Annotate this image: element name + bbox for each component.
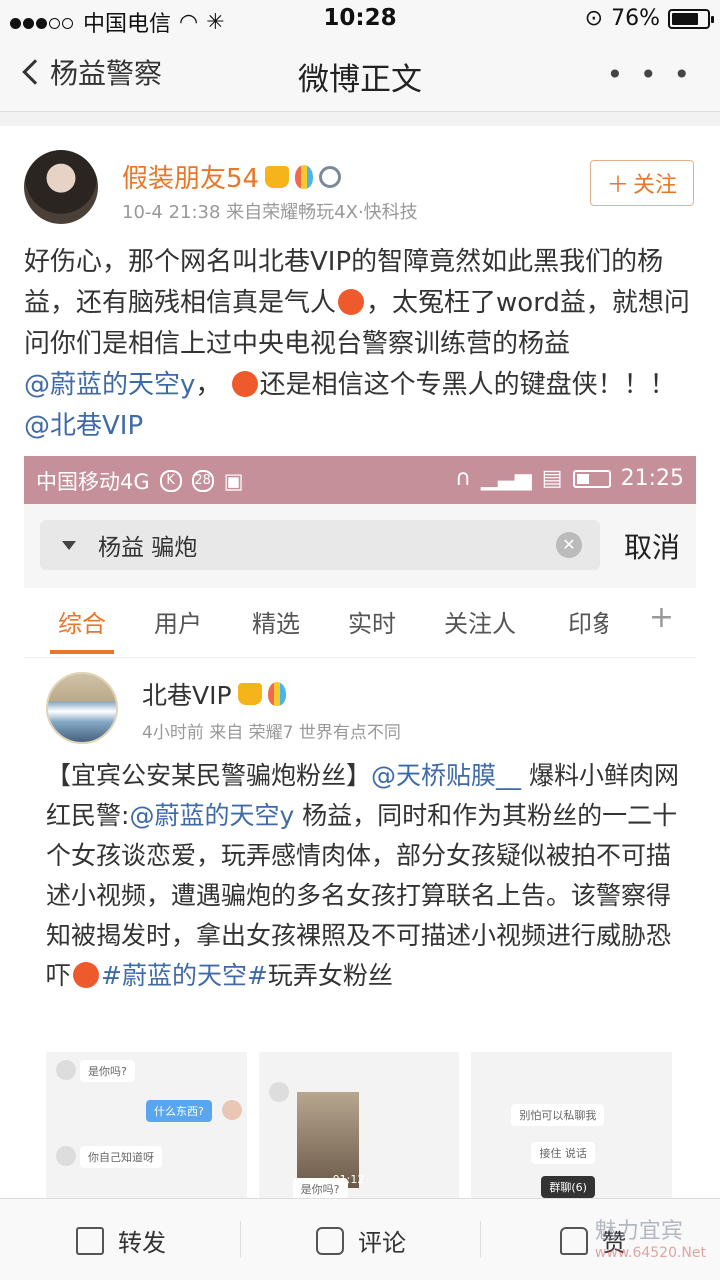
hashtag-link[interactable]: #蔚蓝的天空#	[101, 961, 268, 990]
inner-post-meta: 4小时前 来自 荣耀7 世界有点不同	[142, 723, 401, 743]
author-name[interactable]: 假装朋友54	[122, 158, 342, 195]
clear-icon[interactable]: ✕	[556, 532, 582, 558]
more-options-button[interactable]: • • •	[607, 58, 694, 91]
image-icon: ▣	[223, 469, 244, 493]
chat-avatar-icon	[222, 1100, 242, 1120]
dropdown-caret-icon	[62, 540, 76, 550]
balloon-badge-icon	[295, 164, 314, 189]
balloon-badge-icon	[267, 682, 286, 706]
battery-icon	[668, 8, 714, 29]
embedded-time: 21:25	[620, 466, 684, 491]
post-text: 好伤心，那个网名叫北巷VIP的智障竟然如此黑我们的杨益，还有脑残相信真是气人 ，太…	[24, 242, 700, 447]
search-query: 杨益 骗炮	[98, 535, 198, 561]
inner-text-part: 玩弄女粉丝	[267, 961, 393, 990]
headset-icon: ∩	[454, 466, 472, 491]
embedded-battery-icon	[572, 469, 611, 488]
angry-emoji-icon	[338, 289, 365, 315]
sim-icon: ▤	[541, 466, 563, 491]
battery-percent: 76%	[611, 6, 660, 31]
active-tab-indicator	[50, 650, 114, 654]
chat-avatar-icon	[268, 1082, 289, 1102]
inner-avatar[interactable]	[46, 672, 118, 744]
angry-emoji-icon	[73, 962, 100, 988]
embedded-k-icon: K	[159, 470, 182, 492]
chat-avatar-icon	[56, 1060, 76, 1080]
inner-text-part: 【宜宾公安某民警骗炮粉丝】	[46, 761, 372, 790]
chat-bubble: 什么东西?	[146, 1100, 212, 1122]
divider	[240, 1221, 241, 1257]
repost-icon	[76, 1226, 104, 1255]
avatar[interactable]	[24, 150, 98, 224]
post-text-part: 还是相信这个专黑人的键盘侠！！！	[259, 370, 676, 400]
follow-label: 关注	[633, 173, 678, 198]
post-meta: 10-4 21:38 来自荣耀畅玩4X·快科技	[122, 202, 418, 223]
comment-button[interactable]: 评论	[316, 1223, 406, 1258]
search-tabs: 综合 用户 精选 实时 关注人 印象 +	[24, 588, 696, 658]
image-thumbnails: 是你吗? 什么东西? 你自己知道呀 01:12 是你吗? 别怕可以私聊我 接住 …	[46, 1052, 673, 1200]
chat-bubble: 别怕可以私聊我	[511, 1104, 605, 1126]
embedded-carrier: 中国移动4G	[36, 470, 150, 494]
follow-button[interactable]: ＋ 关注	[590, 160, 694, 206]
tab-overall[interactable]: 综合	[58, 604, 106, 639]
chat-bubble: 是你吗?	[80, 1060, 135, 1082]
chat-bubble: 接住 说话	[531, 1142, 595, 1164]
mention-link[interactable]: @天桥贴膜__	[371, 761, 521, 790]
thumbnail-chat-3[interactable]: 别怕可以私聊我 接住 说话 群聊(6)	[471, 1052, 673, 1200]
search-input[interactable]: 杨益 骗炮 ✕	[40, 520, 600, 570]
like-icon	[560, 1226, 588, 1255]
watermark: 魅力宜宾 www.64520.Net	[595, 1213, 706, 1261]
plus-icon: ＋	[606, 173, 629, 198]
tab-users[interactable]: 用户	[154, 604, 202, 639]
tab-impression[interactable]: 印象	[568, 604, 608, 639]
status-bar: 中国电信 ◠ ✳ 10:28 ⊙ 76%	[0, 0, 720, 38]
comment-label: 评论	[358, 1229, 406, 1257]
crown-badge-icon	[265, 165, 290, 188]
inner-author-name[interactable]: 北巷VIP	[142, 676, 286, 712]
repost-button[interactable]: 转发	[76, 1223, 166, 1258]
embedded-notification-icon: 28	[191, 470, 214, 492]
chat-avatar-icon	[56, 1146, 76, 1166]
chat-bubble: 你自己知道呀	[80, 1146, 162, 1168]
search-bar: 杨益 骗炮 ✕ 取消	[24, 504, 696, 588]
bottom-toolbar: 转发 评论 赞 魅力宜宾 www.64520.Net	[0, 1198, 720, 1280]
mention-link[interactable]: @蔚蓝的天空y	[129, 801, 294, 830]
comment-icon	[316, 1226, 344, 1255]
author-name-text: 假装朋友54	[122, 164, 260, 194]
tab-realtime[interactable]: 实时	[348, 604, 396, 639]
navigation-bar: 杨益警察 微博正文 • • •	[0, 38, 720, 112]
orientation-lock-icon: ⊙	[584, 6, 604, 31]
embedded-status-bar: 中国移动4G K 28 ▣ ∩ ▁▃▅ ▤ 21:25	[24, 456, 696, 504]
add-tab-icon[interactable]: +	[649, 600, 674, 635]
inner-post-text: 【宜宾公安某民警骗炮粉丝】@天桥贴膜__ 爆料小鲜肉网红民警:@蔚蓝的天空y 杨…	[46, 756, 686, 996]
ring-badge-icon	[319, 165, 342, 188]
watermark-text: 魅力宜宾	[594, 1219, 683, 1244]
post-card: 假装朋友54 10-4 21:38 来自荣耀畅玩4X·快科技 ＋ 关注 好伤心，…	[0, 126, 720, 1200]
chat-bubble: 群聊(6)	[541, 1176, 595, 1198]
thumbnail-chat-2[interactable]: 01:12 是你吗?	[258, 1052, 460, 1200]
watermark-url: www.64520.Net	[594, 1245, 706, 1261]
crown-badge-icon	[237, 683, 262, 705]
post-text-part: ，	[195, 370, 222, 400]
divider	[480, 1221, 481, 1257]
tab-following[interactable]: 关注人	[444, 604, 516, 639]
cancel-button[interactable]: 取消	[624, 526, 680, 566]
signal-bars-icon: ▁▃▅	[481, 466, 532, 491]
angry-emoji-icon	[231, 371, 258, 397]
repost-label: 转发	[118, 1229, 166, 1257]
chat-bubble: 是你吗?	[292, 1178, 348, 1200]
embedded-screenshot[interactable]: 中国移动4G K 28 ▣ ∩ ▁▃▅ ▤ 21:25 杨益 骗炮 ✕ 取消 综…	[24, 456, 696, 1200]
thumbnail-chat-1[interactable]: 是你吗? 什么东西? 你自己知道呀	[46, 1052, 247, 1200]
mention-link[interactable]: @北巷VIP	[24, 411, 143, 441]
video-thumbnail[interactable]: 01:12	[296, 1092, 364, 1188]
tab-featured[interactable]: 精选	[252, 604, 300, 639]
inner-author-text: 北巷VIP	[142, 681, 232, 710]
mention-link[interactable]: @蔚蓝的天空y	[24, 370, 195, 400]
